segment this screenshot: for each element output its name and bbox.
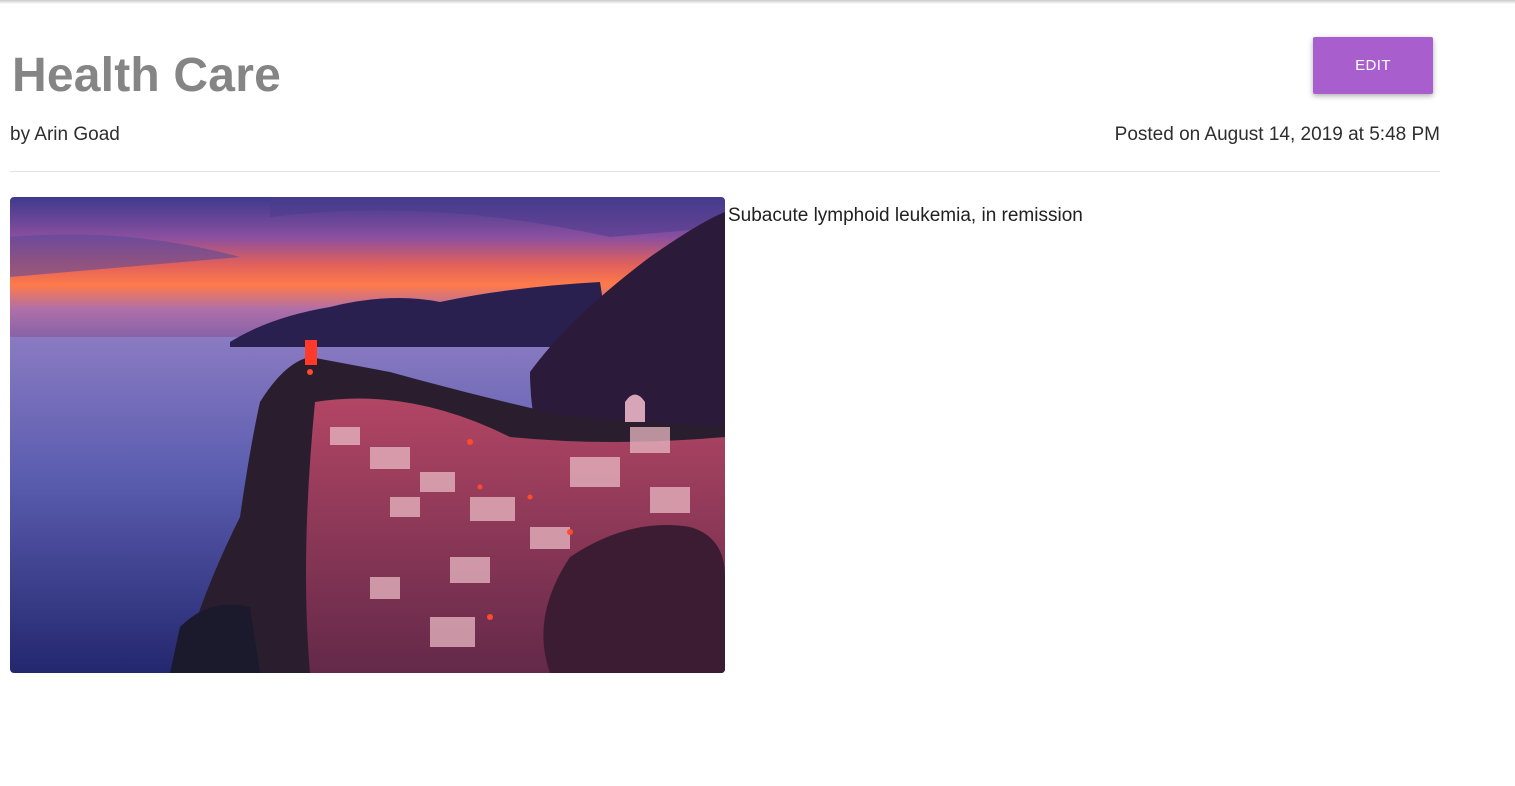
post-image	[10, 197, 725, 673]
post-author: by Arin Goad	[10, 124, 120, 145]
edit-button[interactable]: EDIT	[1313, 37, 1433, 94]
post-page: Health Care EDIT by Arin Goad Posted on …	[0, 0, 1515, 786]
app-bar-shadow	[0, 0, 1515, 4]
divider	[10, 171, 1440, 172]
page-title: Health Care	[12, 49, 281, 102]
post-body: Subacute lymphoid leukemia, in remission	[728, 205, 1083, 226]
post-timestamp: Posted on August 14, 2019 at 5:48 PM	[1114, 124, 1440, 145]
